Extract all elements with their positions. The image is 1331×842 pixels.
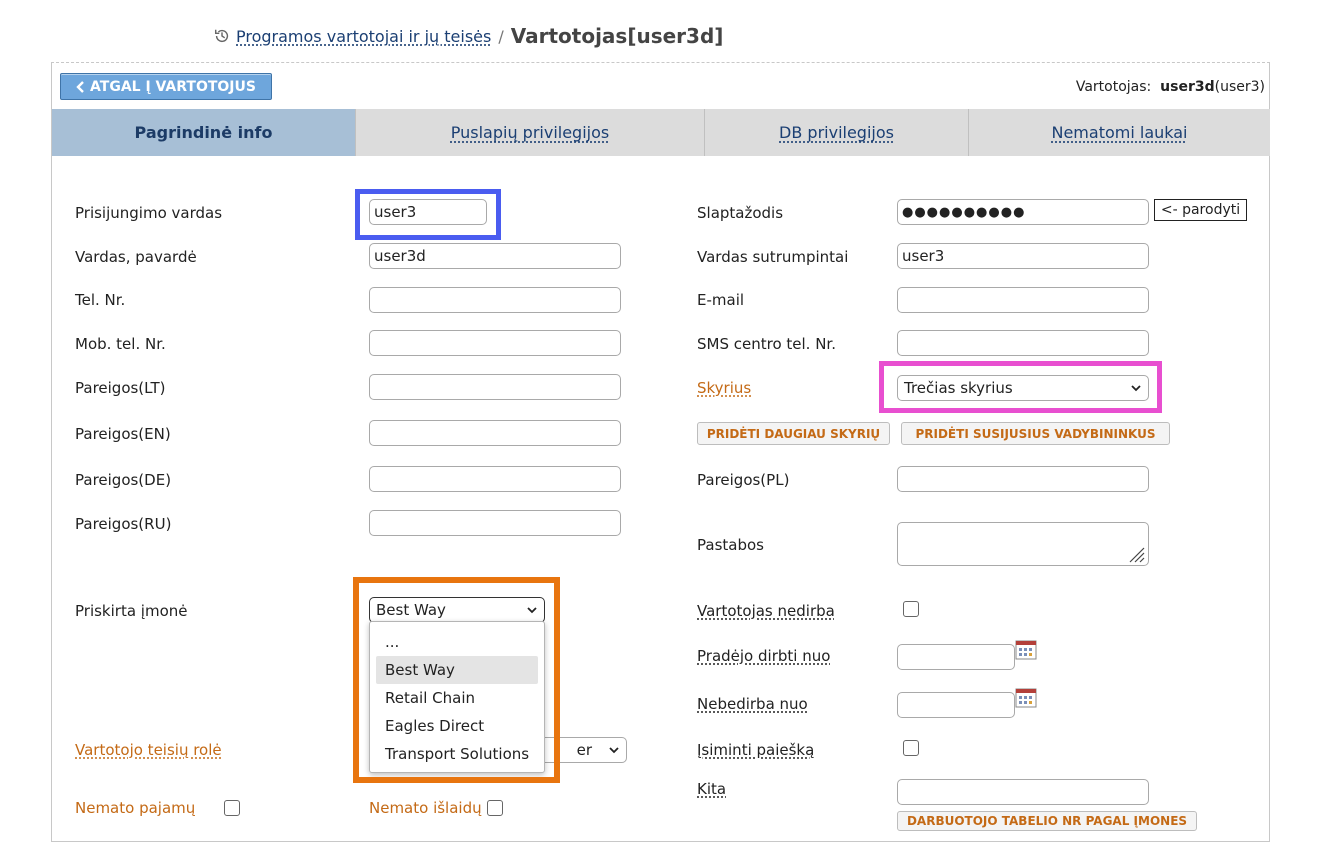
dropdown-option[interactable]: Eagles Direct (376, 712, 538, 740)
dropdown-option-selected[interactable]: Best Way (376, 656, 538, 684)
tab-label: Pagrindinė info (134, 123, 273, 142)
breadcrumb-link-users[interactable]: Programos vartotojai ir jų teisės (236, 27, 491, 46)
short-name-label: Vardas sutrumpintai (697, 248, 849, 266)
history-icon (214, 29, 229, 43)
no-expense-checkbox[interactable] (487, 800, 503, 816)
chevron-left-icon (76, 80, 84, 93)
other-input[interactable] (897, 779, 1149, 805)
position-pl-label: Pareigos(PL) (697, 471, 790, 489)
back-to-users-button[interactable]: ATGAL Į VARTOTOJUS (60, 73, 272, 100)
dropdown-option[interactable]: Transport Solutions (376, 740, 538, 768)
email-input[interactable] (897, 287, 1149, 313)
user-login: (user3) (1214, 79, 1265, 95)
tab-hidden-fields[interactable]: Nematomi laukai (969, 109, 1270, 156)
stopped-label: Nebedirba nuo (697, 695, 808, 713)
tab-db-privileges[interactable]: DB privilegijos (705, 109, 969, 156)
tab-page-privileges[interactable]: Puslapių privilegijos (356, 109, 705, 156)
breadcrumb-separator: / (498, 26, 504, 46)
role-label[interactable]: Vartotojo teisių rolė (75, 741, 222, 759)
position-pl-input[interactable] (897, 466, 1149, 492)
company-select-value: Best Way (376, 601, 446, 619)
no-expense-label: Nemato išlaidų (369, 799, 482, 817)
user-name: user3d (1160, 79, 1215, 95)
dropdown-option[interactable]: ... (376, 628, 538, 656)
position-en-label: Pareigos(EN) (75, 425, 171, 443)
started-date-input[interactable] (897, 644, 1015, 670)
tab-main-info[interactable]: Pagrindinė info (52, 109, 356, 156)
no-income-checkbox[interactable] (224, 800, 240, 816)
not-working-checkbox[interactable] (903, 601, 919, 617)
remember-search-checkbox[interactable] (903, 740, 919, 756)
sms-label: SMS centro tel. Nr. (697, 335, 836, 353)
employee-table-button[interactable]: DARBUOTOJO TABELIO NR PAGAL ĮMONES (897, 811, 1197, 831)
position-lt-label: Pareigos(LT) (75, 379, 166, 397)
login-input[interactable]: user3 (369, 199, 487, 225)
other-label: Kita (697, 780, 727, 798)
main-panel (51, 62, 1270, 842)
department-select[interactable]: Trečias skyrius (897, 375, 1149, 401)
no-income-label: Nemato pajamų (75, 799, 196, 817)
tab-label: Puslapių privilegijos (450, 123, 610, 142)
back-button-label: ATGAL Į VARTOTOJUS (90, 78, 256, 95)
tab-label: Nematomi laukai (1051, 123, 1188, 142)
not-working-label: Vartotojas nedirba (697, 602, 835, 620)
full-name-input[interactable]: user3d (369, 243, 621, 269)
remember-search-label: Įsiminti paiešką (697, 741, 815, 759)
tel-label: Tel. Nr. (75, 291, 126, 309)
position-de-input[interactable] (369, 466, 621, 492)
login-label: Prisijungimo vardas (75, 204, 223, 222)
password-input[interactable]: ●●●●●●●●●● (897, 199, 1149, 225)
tab-label: DB privilegijos (779, 123, 894, 142)
email-label: E-mail (697, 291, 745, 309)
position-ru-input[interactable] (369, 510, 621, 536)
breadcrumb: Programos vartotojai ir jų teisės / Vart… (213, 24, 723, 48)
password-label: Slaptažodis (697, 204, 784, 222)
position-ru-label: Pareigos(RU) (75, 515, 172, 533)
current-user-info: Vartotojas: user3d(user3) (1076, 79, 1265, 95)
company-label: Priskirta įmonė (75, 602, 188, 620)
add-managers-button[interactable]: PRIDĖTI SUSIJUSIUS VADYBININKUS (901, 422, 1170, 445)
show-password-button[interactable]: <- parodyti (1154, 199, 1247, 221)
company-dropdown-list: ... Best Way Retail Chain Eagles Direct … (369, 621, 545, 773)
role-select-value: er (576, 741, 592, 759)
position-lt-input[interactable] (369, 374, 621, 400)
sms-input[interactable] (897, 330, 1149, 356)
mobile-input[interactable] (369, 330, 621, 356)
page-title: Vartotojas[user3d] (510, 24, 724, 48)
chevron-down-icon (609, 747, 619, 754)
position-de-label: Pareigos(DE) (75, 471, 172, 489)
calendar-icon[interactable] (1015, 640, 1037, 660)
notes-textarea[interactable] (897, 522, 1149, 566)
chevron-down-icon (527, 607, 537, 614)
stopped-date-input[interactable] (897, 692, 1015, 718)
notes-label: Pastabos (697, 536, 764, 554)
full-name-label: Vardas, pavardė (75, 248, 197, 266)
mobile-label: Mob. tel. Nr. (75, 335, 166, 353)
dropdown-option[interactable]: Retail Chain (376, 684, 538, 712)
department-select-value: Trečias skyrius (904, 379, 1013, 397)
short-name-input[interactable]: user3 (897, 243, 1149, 269)
calendar-icon[interactable] (1015, 688, 1037, 708)
department-label[interactable]: Skyrius (697, 379, 751, 397)
resize-handle-icon[interactable] (1125, 543, 1145, 563)
tel-input[interactable] (369, 287, 621, 313)
position-en-input[interactable] (369, 420, 621, 446)
tab-bar: Pagrindinė info Puslapių privilegijos DB… (52, 109, 1270, 156)
started-label: Pradėjo dirbti nuo (697, 647, 831, 665)
add-departments-button[interactable]: PRIDĖTI DAUGIAU SKYRIŲ (697, 422, 890, 445)
company-select[interactable]: Best Way (369, 597, 545, 623)
user-label: Vartotojas: (1075, 79, 1152, 95)
chevron-down-icon (1131, 385, 1141, 392)
